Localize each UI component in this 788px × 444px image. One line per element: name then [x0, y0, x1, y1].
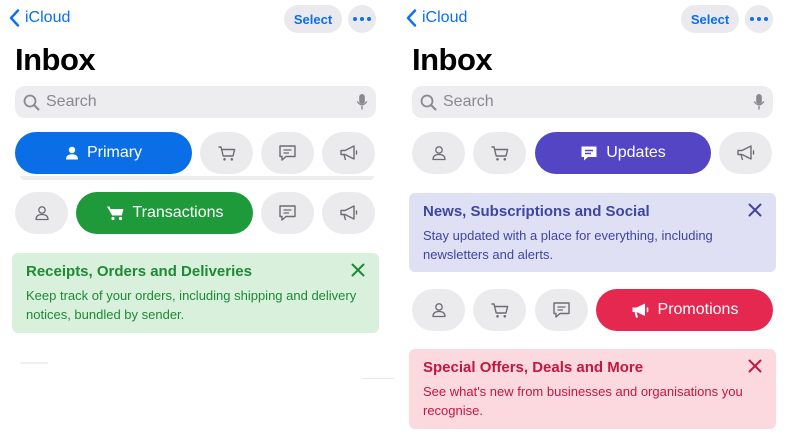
tab-primary[interactable] — [15, 192, 68, 234]
info-card-title: Special Offers, Deals and More — [423, 359, 644, 376]
back-button[interactable]: iCloud — [406, 9, 467, 27]
promotions-info-card: Special Offers, Deals and More See what'… — [409, 349, 776, 429]
more-button[interactable] — [348, 5, 376, 33]
tab-primary[interactable]: Primary — [15, 132, 192, 174]
search-icon — [420, 94, 437, 110]
cart-icon — [491, 145, 508, 161]
person-icon — [65, 146, 78, 160]
tab-primary[interactable] — [412, 132, 465, 174]
search-placeholder: Search — [46, 93, 97, 110]
page-title: Inbox — [412, 42, 493, 77]
message-icon — [279, 205, 296, 221]
tab-updates[interactable] — [261, 132, 314, 174]
row-divider — [20, 176, 374, 180]
chevron-left-icon — [406, 9, 417, 27]
back-button[interactable]: iCloud — [9, 9, 70, 27]
faded-divider — [362, 378, 394, 379]
info-card-body: See what's new from businesses and organ… — [423, 384, 743, 418]
cart-icon — [106, 206, 123, 221]
megaphone-icon — [339, 145, 357, 161]
megaphone-icon — [736, 145, 754, 161]
message-icon — [581, 146, 597, 160]
search-placeholder: Search — [443, 93, 494, 110]
tab-updates[interactable] — [535, 289, 588, 331]
more-icon — [750, 17, 768, 21]
right-screen: iCloud Select Inbox Search Updates News,… — [397, 0, 788, 444]
person-icon — [431, 146, 446, 161]
tab-transactions-label: Transactions — [132, 204, 224, 221]
faded-row — [20, 362, 48, 364]
tab-updates-label: Updates — [606, 144, 666, 161]
message-icon — [553, 302, 570, 318]
chevron-left-icon — [9, 9, 20, 27]
info-card-title: Receipts, Orders and Deliveries — [26, 263, 252, 280]
megaphone-icon — [339, 205, 357, 221]
tab-promotions[interactable] — [719, 132, 772, 174]
cart-icon — [491, 302, 508, 318]
page-title: Inbox — [15, 42, 96, 77]
tab-promotions[interactable] — [322, 132, 375, 174]
person-icon — [431, 303, 446, 318]
info-card-body: Keep track of your orders, including shi… — [26, 288, 357, 322]
microphone-icon[interactable] — [753, 93, 765, 111]
tab-promotions[interactable] — [322, 192, 375, 234]
person-icon — [34, 206, 49, 221]
back-label: iCloud — [422, 9, 468, 26]
tab-transactions[interactable]: Transactions — [76, 192, 253, 234]
transactions-info-card: Receipts, Orders and Deliveries Keep tra… — [12, 253, 379, 333]
microphone-icon[interactable] — [356, 93, 368, 111]
tab-transactions[interactable] — [473, 132, 526, 174]
tab-updates[interactable] — [261, 192, 314, 234]
tab-transactions[interactable] — [473, 289, 526, 331]
tab-transactions[interactable] — [200, 132, 253, 174]
select-button[interactable]: Select — [681, 5, 739, 33]
search-icon — [23, 94, 40, 110]
info-card-title: News, Subscriptions and Social — [423, 203, 650, 220]
message-icon — [279, 145, 296, 161]
tab-primary[interactable] — [412, 289, 465, 331]
close-icon[interactable] — [351, 263, 365, 277]
tab-promotions-label: Promotions — [657, 301, 739, 318]
left-screen: iCloud Select Inbox Search Primary Trans… — [0, 0, 394, 444]
tab-primary-label: Primary — [86, 144, 143, 161]
cart-icon — [218, 145, 235, 161]
more-icon — [353, 17, 371, 21]
close-icon[interactable] — [748, 203, 762, 217]
info-card-body: Stay updated with a place for everything… — [423, 228, 713, 262]
more-button[interactable] — [745, 5, 773, 33]
updates-info-card: News, Subscriptions and Social Stay upda… — [409, 193, 776, 272]
select-button[interactable]: Select — [284, 5, 342, 33]
back-label: iCloud — [25, 9, 71, 26]
tab-updates[interactable]: Updates — [535, 132, 711, 174]
search-bar[interactable]: Search — [412, 86, 773, 118]
close-icon[interactable] — [748, 359, 762, 373]
megaphone-icon — [632, 303, 648, 318]
tab-promotions[interactable]: Promotions — [596, 289, 773, 331]
search-bar[interactable]: Search — [15, 86, 376, 118]
